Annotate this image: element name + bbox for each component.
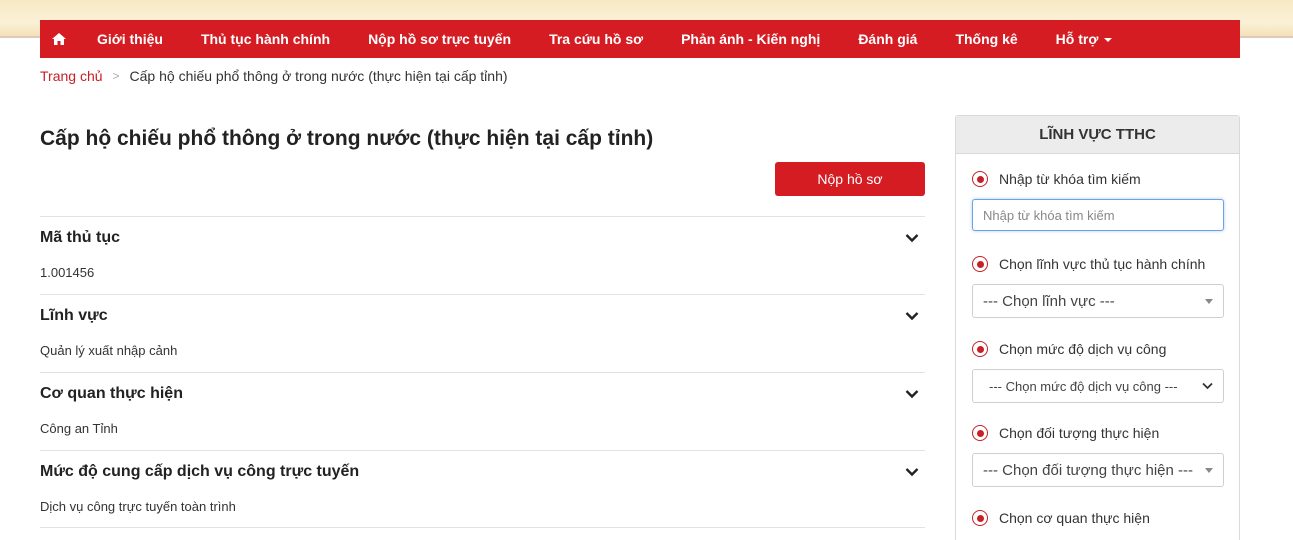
breadcrumb-current: Cấp hộ chiếu phổ thông ở trong nước (thự…	[129, 68, 508, 84]
keyword-search-input[interactable]	[972, 199, 1224, 231]
nav-item-label: Thống kê	[955, 31, 1018, 47]
nav-item-thu-tuc-hanh-chinh[interactable]: Thủ tục hành chính	[182, 20, 349, 58]
section-toggle[interactable]: Mã thủ tục	[40, 229, 925, 251]
section-title: Mức độ cung cấp dịch vụ công trực tuyến	[40, 463, 360, 480]
detail-section-ma-thu-tuc: Mã thủ tục 1.001456	[40, 216, 925, 294]
radio-service-level[interactable]: Chọn mức độ dịch vụ công	[972, 341, 1224, 357]
breadcrumb-home-link[interactable]: Trang chủ	[40, 68, 103, 84]
breadcrumb-separator: >	[112, 69, 120, 83]
nav-item-label: Nộp hồ sơ trực tuyến	[368, 31, 512, 47]
filter-label: Chọn lĩnh vực thủ tục hành chính	[999, 256, 1206, 272]
section-value: Công an Tỉnh	[40, 421, 118, 436]
radio-selected-icon	[972, 510, 988, 526]
section-toggle[interactable]: Lĩnh vực	[40, 307, 925, 329]
nav-item-nop-ho-so[interactable]: Nộp hồ sơ trực tuyến	[349, 20, 530, 58]
nav-item-label: Giới thiệu	[97, 31, 163, 47]
radio-selected-icon	[972, 425, 988, 441]
chevron-down-icon	[905, 234, 919, 243]
detail-section-co-quan: Cơ quan thực hiện Công an Tỉnh	[40, 372, 925, 450]
radio-agency[interactable]: Chọn cơ quan thực hiện	[972, 510, 1224, 526]
section-value: 1.001456	[40, 265, 95, 280]
main-navbar: Giới thiệu Thủ tục hành chính Nộp hồ sơ …	[40, 20, 1240, 58]
nav-item-label: Tra cứu hồ sơ	[549, 31, 644, 47]
filter-label: Chọn mức độ dịch vụ công	[999, 341, 1167, 357]
dropdown-arrow-icon	[1205, 467, 1213, 473]
nav-item-danh-gia[interactable]: Đánh giá	[839, 20, 936, 58]
section-toggle[interactable]: Cơ quan thực hiện	[40, 385, 925, 407]
filter-label: Chọn đối tượng thực hiện	[999, 425, 1160, 441]
filter-agency: Chọn cơ quan thực hiện	[972, 510, 1224, 526]
nav-item-label: Đánh giá	[858, 31, 918, 47]
subject-select[interactable]: --- Chọn đối tượng thực hiện ---	[972, 453, 1224, 487]
section-title: Cơ quan thực hiện	[40, 385, 183, 402]
caret-down-icon	[1104, 38, 1113, 43]
service-level-select[interactable]: --- Chọn mức độ dịch vụ công ---	[972, 369, 1224, 403]
radio-subject[interactable]: Chọn đối tượng thực hiện	[972, 425, 1224, 441]
page-title: Cấp hộ chiếu phổ thông ở trong nước (thự…	[40, 127, 654, 150]
nav-item-gioi-thieu[interactable]: Giới thiệu	[78, 20, 182, 58]
section-title: Lĩnh vực	[40, 307, 108, 324]
nav-item-phan-anh[interactable]: Phản ánh - Kiến nghị	[662, 20, 839, 58]
section-value: Dịch vụ công trực tuyến toàn trình	[40, 499, 236, 514]
nav-item-thong-ke[interactable]: Thống kê	[936, 20, 1036, 58]
select-value: --- Chọn mức độ dịch vụ công ---	[989, 378, 1178, 394]
filter-keyword: Nhập từ khóa tìm kiếm	[972, 171, 1224, 231]
select-value: --- Chọn đối tượng thực hiện ---	[983, 461, 1193, 479]
field-select[interactable]: --- Chọn lĩnh vực ---	[972, 284, 1224, 318]
select-value: --- Chọn lĩnh vực ---	[983, 292, 1115, 310]
filter-subject: Chọn đối tượng thực hiện --- Chọn đối tư…	[972, 425, 1224, 487]
filter-field: Chọn lĩnh vực thủ tục hành chính --- Chọ…	[972, 256, 1224, 318]
detail-section-muc-do: Mức độ cung cấp dịch vụ công trực tuyến …	[40, 450, 925, 528]
submit-application-button[interactable]: Nộp hồ sơ	[775, 162, 925, 196]
chevron-down-icon	[905, 468, 919, 477]
filter-label: Nhập từ khóa tìm kiếm	[999, 171, 1141, 187]
filter-service-level: Chọn mức độ dịch vụ công --- Chọn mức độ…	[972, 341, 1224, 403]
sidebar-title: LĨNH VỰC TTHC	[956, 116, 1239, 154]
filter-sidebar: LĨNH VỰC TTHC Nhập từ khóa tìm kiếm Chọn…	[955, 115, 1240, 540]
radio-keyword[interactable]: Nhập từ khóa tìm kiếm	[972, 171, 1224, 187]
chevron-down-icon	[905, 312, 919, 321]
breadcrumb: Trang chủ > Cấp hộ chiếu phổ thông ở tro…	[40, 68, 508, 84]
radio-selected-icon	[972, 256, 988, 272]
filter-label: Chọn cơ quan thực hiện	[999, 510, 1150, 526]
radio-selected-icon	[972, 171, 988, 187]
procedure-details: Mã thủ tục 1.001456 Lĩnh vực Quản lý xuấ…	[40, 216, 925, 528]
chevron-down-icon	[1202, 382, 1213, 390]
section-title: Mã thủ tục	[40, 229, 120, 246]
dropdown-arrow-icon	[1205, 298, 1213, 304]
nav-item-ho-tro[interactable]: Hỗ trợ	[1037, 20, 1132, 58]
radio-field[interactable]: Chọn lĩnh vực thủ tục hành chính	[972, 256, 1224, 272]
chevron-down-icon	[905, 390, 919, 399]
section-toggle[interactable]: Mức độ cung cấp dịch vụ công trực tuyến	[40, 463, 925, 485]
home-icon	[52, 33, 66, 45]
nav-item-tra-cuu-ho-so[interactable]: Tra cứu hồ sơ	[530, 20, 662, 58]
nav-home-button[interactable]	[40, 20, 78, 58]
radio-selected-icon	[972, 341, 988, 357]
nav-item-label: Phản ánh - Kiến nghị	[681, 31, 821, 47]
detail-section-linh-vuc: Lĩnh vực Quản lý xuất nhập cảnh	[40, 294, 925, 372]
nav-item-label: Hỗ trợ	[1055, 31, 1099, 47]
section-value: Quản lý xuất nhập cảnh	[40, 343, 178, 358]
nav-item-label: Thủ tục hành chính	[200, 31, 331, 47]
